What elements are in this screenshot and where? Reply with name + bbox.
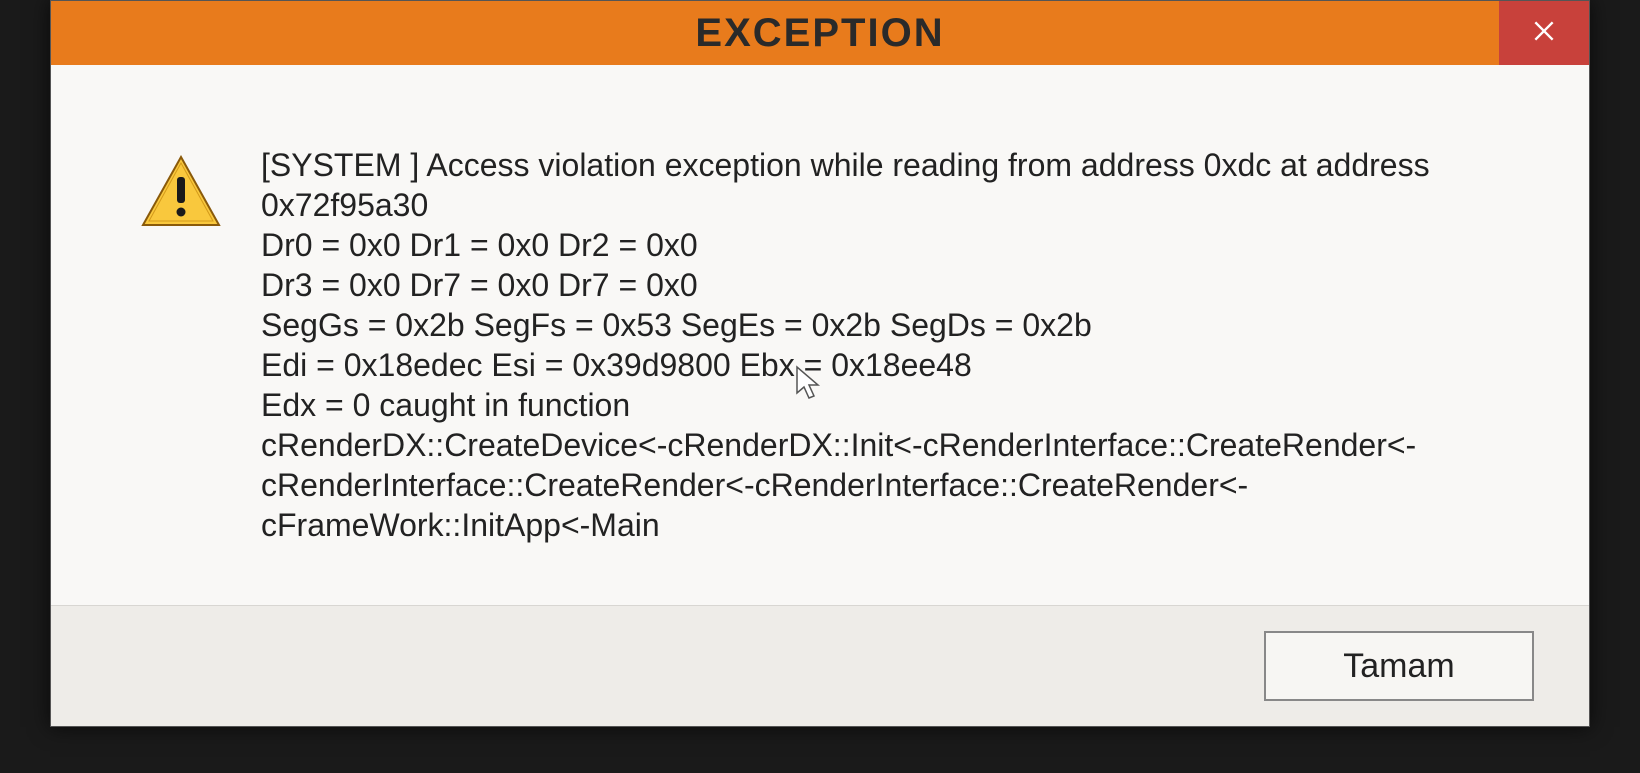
dialog-footer: Tamam	[51, 605, 1589, 726]
message-line: [SYSTEM ] Access violation exception whi…	[261, 145, 1529, 225]
message-line: Edx = 0 caught in function	[261, 385, 1529, 425]
ok-button[interactable]: Tamam	[1264, 631, 1534, 701]
message-line: Edi = 0x18edec Esi = 0x39d9800 Ebx = 0x1…	[261, 345, 1529, 385]
dialog-title: EXCEPTION	[51, 11, 1589, 56]
warning-icon	[141, 155, 221, 227]
close-icon	[1531, 18, 1557, 49]
message-line: SegGs = 0x2b SegFs = 0x53 SegEs = 0x2b S…	[261, 305, 1529, 345]
message-line: Dr3 = 0x0 Dr7 = 0x0 Dr7 = 0x0	[261, 265, 1529, 305]
message-line: Dr0 = 0x0 Dr1 = 0x0 Dr2 = 0x0	[261, 225, 1529, 265]
close-button[interactable]	[1499, 1, 1589, 65]
dialog-content: [SYSTEM ] Access violation exception whi…	[51, 65, 1589, 605]
exception-dialog: EXCEPTION [SYSTEM ] Access viol	[50, 0, 1590, 727]
titlebar[interactable]: EXCEPTION	[51, 1, 1589, 65]
message-line: cRenderDX::CreateDevice<-cRenderDX::Init…	[261, 425, 1529, 545]
message-column: [SYSTEM ] Access violation exception whi…	[251, 145, 1549, 545]
exception-message: [SYSTEM ] Access violation exception whi…	[261, 145, 1529, 545]
icon-column	[141, 145, 251, 545]
